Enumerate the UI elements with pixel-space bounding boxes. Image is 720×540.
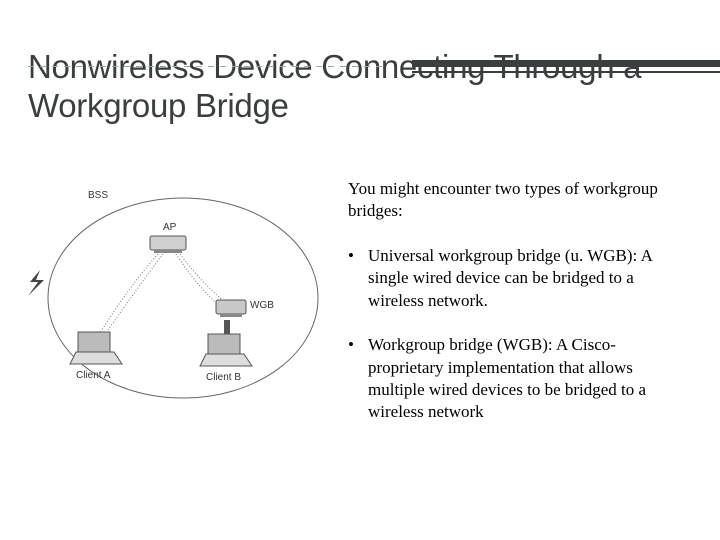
diagram-figure: BSS AP Client A bbox=[28, 178, 328, 408]
header-decoration bbox=[28, 60, 720, 80]
text-column: You might encounter two types of workgro… bbox=[328, 178, 692, 446]
content-row: BSS AP Client A bbox=[28, 178, 692, 446]
lightning-icon bbox=[28, 270, 44, 296]
client-a-node: Client A bbox=[70, 332, 122, 381]
label-client-b: Client B bbox=[206, 372, 241, 383]
wgb-diagram-svg: BSS AP Client A bbox=[28, 178, 328, 408]
bullet-text: Workgroup bridge (WGB): A Cisco-propriet… bbox=[368, 335, 646, 421]
client-b-node: Client B bbox=[200, 334, 252, 383]
label-bss: BSS bbox=[88, 190, 108, 201]
slide: Nonwireless Device Connecting Through a … bbox=[0, 48, 720, 540]
bullet-text: Universal workgroup bridge (u. WGB): A s… bbox=[368, 246, 652, 310]
decoration-bars bbox=[412, 60, 720, 80]
list-item: Universal workgroup bridge (u. WGB): A s… bbox=[348, 245, 686, 312]
list-item: Workgroup bridge (WGB): A Cisco-propriet… bbox=[348, 334, 686, 424]
label-client-a: Client A bbox=[76, 370, 111, 381]
ap-node: AP bbox=[150, 222, 186, 253]
wgb-node: WGB bbox=[216, 300, 274, 317]
label-ap: AP bbox=[163, 222, 177, 233]
label-wgb: WGB bbox=[250, 300, 274, 311]
decoration-dotted-line bbox=[28, 66, 383, 67]
bullet-list: Universal workgroup bridge (u. WGB): A s… bbox=[348, 245, 686, 424]
intro-text: You might encounter two types of workgro… bbox=[348, 178, 686, 223]
